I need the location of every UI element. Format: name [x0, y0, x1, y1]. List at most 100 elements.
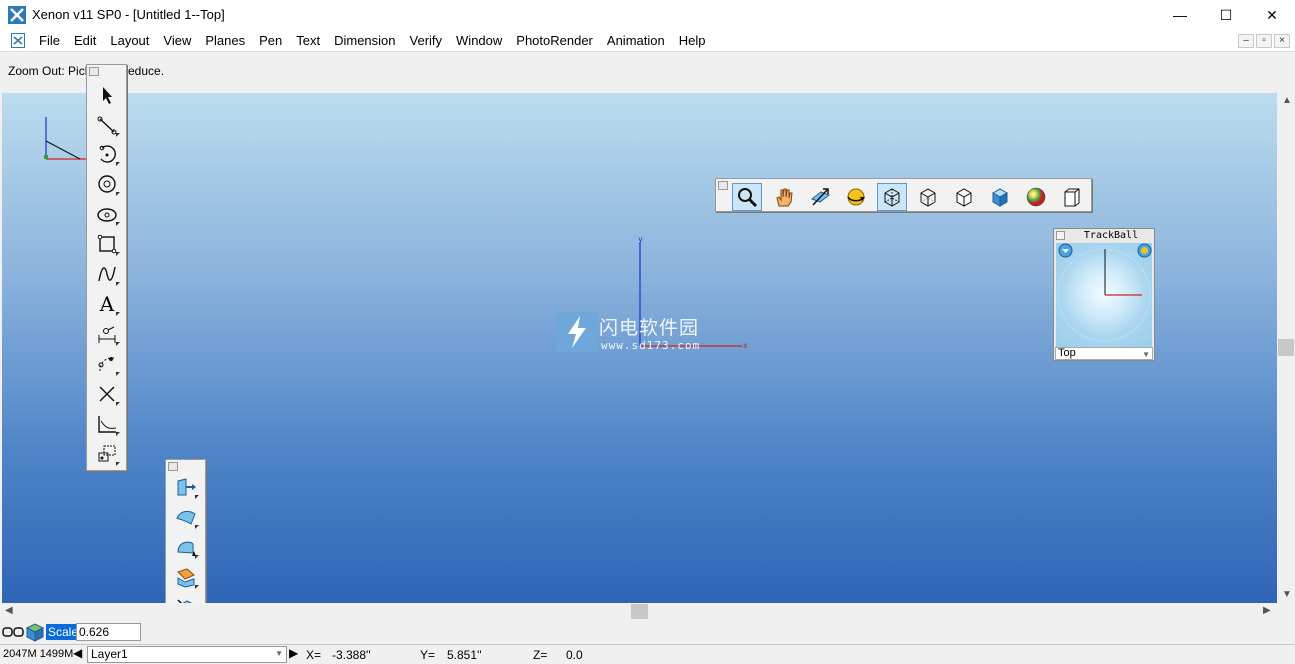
scroll-down-icon[interactable]: ▼: [1282, 589, 1292, 600]
extrude-icon[interactable]: [173, 474, 199, 500]
surface-icon[interactable]: [173, 504, 199, 530]
scale-input[interactable]: 0.626: [76, 623, 141, 641]
pan-hand-icon[interactable]: [769, 183, 799, 211]
mdi-restore-button[interactable]: ▫: [1256, 34, 1272, 48]
select-arrow-icon[interactable]: [94, 82, 120, 108]
render-sphere-icon[interactable]: [1021, 183, 1051, 211]
scale-label: Scale: [46, 624, 81, 640]
menu-planes[interactable]: Planes: [198, 32, 252, 49]
title-bar: Xenon v11 SP0 - [Untitled 1--Top] — ☐ ✕: [0, 0, 1295, 30]
vertical-scrollbar[interactable]: ▲ ▼: [1277, 93, 1295, 603]
trackball-down-icon[interactable]: [1058, 243, 1073, 258]
dropdown-arrow-icon[interactable]: ▼: [1142, 349, 1150, 360]
mdi-minimize-button[interactable]: –: [1238, 34, 1254, 48]
layer-next-icon[interactable]: ▶: [289, 646, 298, 660]
dolly-icon[interactable]: [805, 183, 835, 211]
y-coord-value: 5.851'': [447, 648, 482, 662]
scroll-left-icon[interactable]: ◀: [5, 605, 13, 616]
lightning-icon: [568, 316, 586, 348]
scroll-up-icon[interactable]: ▲: [1282, 95, 1292, 106]
text-icon[interactable]: A: [94, 291, 120, 317]
toolbar-grip[interactable]: [718, 181, 728, 190]
maximize-button[interactable]: ☐: [1203, 0, 1249, 30]
blend-surface-icon[interactable]: [173, 564, 199, 590]
menu-view[interactable]: View: [156, 32, 198, 49]
menu-photorender[interactable]: PhotoRender: [509, 32, 600, 49]
layer-select[interactable]: Layer1 ▼: [87, 646, 287, 663]
wireframe-cube-icon[interactable]: [877, 183, 907, 211]
menu-window[interactable]: Window: [449, 32, 509, 49]
layer-prev-icon[interactable]: ◀: [73, 646, 82, 660]
toolbar-grip[interactable]: [89, 67, 99, 76]
corner-axis-indicator: [44, 117, 86, 160]
memory-readout: 2047M 1499M: [3, 648, 74, 660]
layer-value: Layer1: [91, 647, 128, 661]
trackball-sphere[interactable]: [1056, 243, 1152, 347]
window-title: Xenon v11 SP0 - [Untitled 1--Top]: [32, 7, 225, 22]
y-coord-label: Y=: [420, 648, 436, 662]
menu-file[interactable]: File: [32, 32, 67, 49]
vertical-scroll-thumb[interactable]: [1278, 339, 1294, 356]
minimize-button[interactable]: —: [1157, 0, 1203, 30]
scale-cube-icon[interactable]: [25, 622, 45, 642]
axis-x-label: x: [743, 341, 748, 350]
axis-y-label: y: [638, 235, 643, 244]
z-coord-value: 0.0: [566, 648, 583, 662]
line-icon[interactable]: [94, 112, 120, 138]
shaded-cube-icon[interactable]: [985, 183, 1015, 211]
image-frame-icon[interactable]: [94, 441, 120, 467]
menu-verify[interactable]: Verify: [403, 32, 450, 49]
x-coord-label: X=: [306, 648, 322, 662]
document-icon[interactable]: [11, 33, 25, 48]
prompt-bar: Zoom Out: Pick educe.: [0, 51, 1295, 92]
box-cube-icon[interactable]: [1057, 183, 1087, 211]
scroll-right-icon[interactable]: ▶: [1263, 605, 1271, 616]
menu-edit[interactable]: Edit: [67, 32, 103, 49]
mdi-close-button[interactable]: ×: [1274, 34, 1290, 48]
drawing-toolbar: A: [86, 64, 127, 471]
trackball-view-value: Top: [1058, 347, 1076, 359]
status-bar-bottom: 2047M 1499M ◀ Layer1 ▼ ▶ X= -3.388'' Y= …: [0, 644, 1295, 664]
rotate-sphere-icon[interactable]: [841, 183, 871, 211]
point-icon[interactable]: [94, 351, 120, 377]
menu-items: File Edit Layout View Planes Pen Text Di…: [32, 32, 712, 49]
rectangle-icon[interactable]: [94, 231, 120, 257]
surface-toolbar: [165, 459, 206, 626]
close-button[interactable]: ✕: [1249, 0, 1295, 30]
spline-icon[interactable]: [94, 261, 120, 287]
chart-axis-icon[interactable]: [94, 411, 120, 437]
circle-icon[interactable]: [94, 171, 120, 197]
menu-text[interactable]: Text: [289, 32, 327, 49]
menu-dimension[interactable]: Dimension: [327, 32, 402, 49]
ellipse-icon[interactable]: [94, 201, 120, 227]
zoom-icon[interactable]: [732, 183, 762, 211]
hidden-line-cube-icon[interactable]: [913, 183, 943, 211]
horizontal-scrollbar[interactable]: ◀ ▶: [0, 603, 1277, 620]
arc-icon[interactable]: [94, 141, 120, 167]
trackball-panel[interactable]: TrackBall Top ▼: [1053, 228, 1155, 361]
chain-link-icon[interactable]: [2, 625, 24, 639]
horizontal-scroll-thumb[interactable]: [631, 604, 648, 619]
toolbar-grip[interactable]: [168, 462, 178, 471]
z-coord-label: Z=: [533, 648, 548, 662]
watermark-url-text: www.sd173.com: [601, 339, 701, 352]
trackball-view-select[interactable]: Top ▼: [1055, 347, 1153, 360]
revolve-surface-icon[interactable]: [173, 534, 199, 560]
scale-input-value: 0.626: [79, 625, 110, 639]
menu-bar: File Edit Layout View Planes Pen Text Di…: [0, 30, 1295, 51]
view-toolbar: [715, 178, 1092, 212]
outline-cube-icon[interactable]: [949, 183, 979, 211]
watermark-logo: [556, 312, 598, 352]
trim-icon[interactable]: [94, 381, 120, 407]
dimension-icon[interactable]: [94, 321, 120, 347]
menu-help[interactable]: Help: [672, 32, 713, 49]
prompt-text-end: educe.: [128, 64, 165, 78]
prompt-text: Zoom Out: Pick: [8, 64, 91, 78]
menu-layout[interactable]: Layout: [103, 32, 156, 49]
dropdown-arrow-icon[interactable]: ▼: [275, 649, 283, 658]
xenon-app-icon: [8, 6, 26, 24]
trackball-rotate-icon[interactable]: [1137, 243, 1152, 258]
menu-pen[interactable]: Pen: [252, 32, 289, 49]
menu-animation[interactable]: Animation: [600, 32, 672, 49]
trackball-title: TrackBall: [1083, 230, 1139, 241]
